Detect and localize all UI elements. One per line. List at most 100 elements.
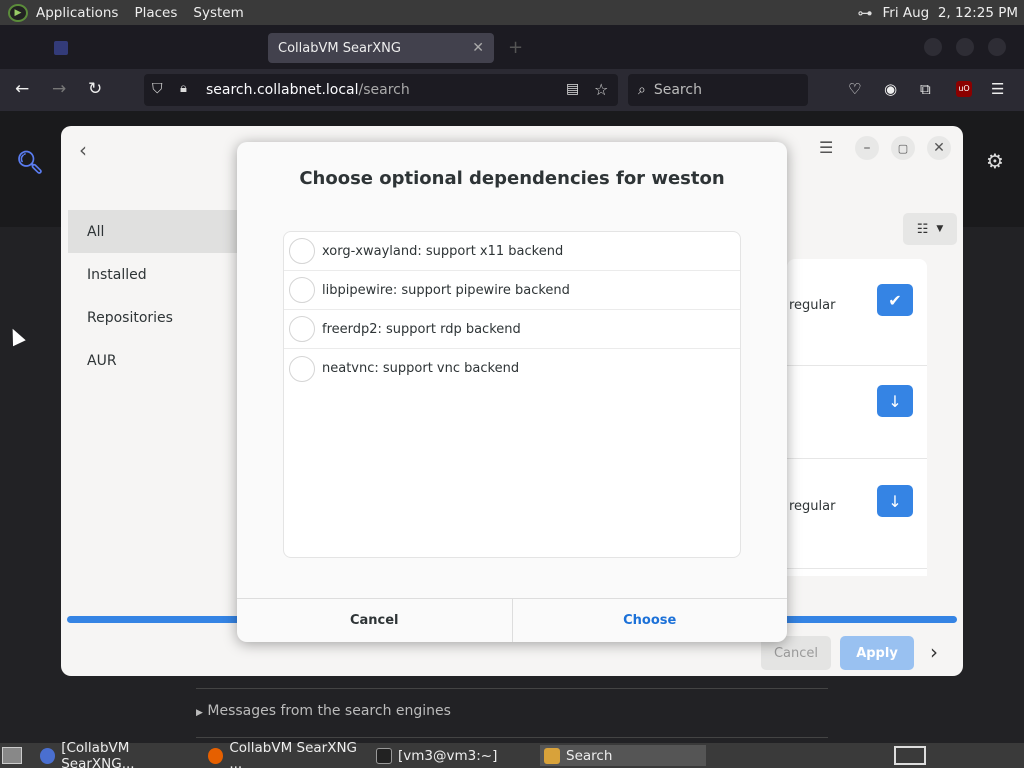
menu-icon[interactable]: ☰ <box>819 138 833 157</box>
list-item[interactable]: ↓ <box>787 366 927 459</box>
divider <box>196 688 828 689</box>
option-checkbox[interactable] <box>289 238 315 264</box>
dialog-buttons: Cancel Choose <box>237 598 787 642</box>
top-panel: ▶ Applications Places System ⊶ Fri Aug 2… <box>0 0 1024 25</box>
taskbar-item[interactable]: CollabVM SearXNG ... <box>204 740 368 768</box>
package-icon <box>544 747 560 764</box>
download-icon[interactable]: ↓ <box>877 485 913 517</box>
dialog-cancel-button[interactable]: Cancel <box>237 599 513 642</box>
new-tab-icon[interactable]: + <box>508 37 523 58</box>
taskbar-item[interactable]: Search <box>540 745 706 766</box>
option-label: neatvnc: support vnc backend <box>322 361 520 376</box>
engine-messages-label: Messages from the search engines <box>207 703 451 719</box>
preferences-gear-icon[interactable]: ⚙ <box>986 149 1004 173</box>
option-label: freerdp2: support rdp backend <box>322 321 521 337</box>
terminal-icon <box>376 747 392 764</box>
close-window-icon[interactable] <box>988 38 1006 56</box>
option-checkbox[interactable] <box>289 355 315 382</box>
option-row[interactable]: neatvnc: support vnc backend <box>284 349 740 388</box>
dialog-title: Choose optional dependencies for weston <box>299 168 725 189</box>
browser-navbar: ← → ↻ ⛉ 🔒︎ search.collabnet.local/search… <box>0 69 1024 111</box>
account-icon[interactable]: ◉ <box>884 80 897 98</box>
window-controls <box>924 38 1006 56</box>
bottom-taskbar: [CollabVM SearXNG... CollabVM SearXNG ..… <box>0 740 1024 768</box>
sidebar-item-label: Repositories <box>87 309 173 326</box>
tab-collabvm-searxng[interactable]: CollabVM SearXNG ✕ <box>268 33 494 63</box>
searxng-icon <box>40 747 56 764</box>
url-bar[interactable]: ⛉ 🔒︎ search.collabnet.local/search ▤ ☆ <box>144 74 618 106</box>
check-icon[interactable]: ✔ <box>877 284 913 316</box>
ublock-icon[interactable]: uO <box>956 81 972 97</box>
menu-system[interactable]: System <box>185 5 251 21</box>
disclosure-triangle-icon: ▶ <box>196 708 203 718</box>
show-desktop-icon[interactable] <box>2 747 22 764</box>
taskbar-item-label: [vm3@vm3:~] <box>398 747 498 764</box>
maximize-icon[interactable] <box>956 38 974 56</box>
reader-view-icon[interactable]: ▤ <box>566 81 579 97</box>
distro-logo-icon[interactable]: ▶ <box>8 3 28 22</box>
shield-icon[interactable]: ⛉ <box>152 81 163 97</box>
search-placeholder: Search <box>653 82 702 98</box>
engine-messages-toggle[interactable]: ▶ Messages from the search engines <box>196 703 451 719</box>
menu-places[interactable]: Places <box>126 5 185 21</box>
extensions-icon[interactable]: ⧉ <box>920 80 931 98</box>
tab-inactive[interactable] <box>44 33 266 63</box>
pocket-icon[interactable]: ♡ <box>848 80 861 98</box>
maximize-icon[interactable]: ▢ <box>891 136 915 160</box>
network-key-icon[interactable]: ⊶ <box>858 4 873 22</box>
option-row[interactable]: libpipewire: support pipewire backend <box>284 271 740 310</box>
close-icon[interactable]: ✕ <box>927 136 951 160</box>
chevron-down-icon: ▼ <box>936 224 944 234</box>
taskbar-item-label: Search <box>566 747 613 764</box>
back-icon[interactable]: ← <box>15 79 29 99</box>
list-view-icon: ☷ <box>916 221 929 237</box>
package-list: regular ✔ ↓ regular ↓ <box>787 259 927 576</box>
url-path: /search <box>358 82 410 98</box>
panel-clock[interactable]: Fri Aug 2, 12:25 PM <box>883 5 1018 21</box>
list-item[interactable]: regular ✔ <box>787 259 927 366</box>
apply-button[interactable]: Apply <box>840 636 914 670</box>
options-list: xorg-xwayland: support x11 backend libpi… <box>283 231 741 558</box>
search-icon: ⌕ <box>638 82 646 98</box>
option-label: libpipewire: support pipewire backend <box>322 282 570 298</box>
dialog-choose-button[interactable]: Choose <box>513 599 788 642</box>
menu-applications[interactable]: Applications <box>28 5 126 21</box>
taskbar-item[interactable]: [CollabVM SearXNG... <box>36 740 200 768</box>
view-mode-button[interactable]: ☷ ▼ <box>903 213 957 245</box>
searxng-logo-icon[interactable]: 🔍︎ <box>16 151 44 176</box>
download-icon[interactable]: ↓ <box>877 385 913 417</box>
firefox-icon <box>208 747 224 764</box>
panel-tray: ⊶ Fri Aug 2, 12:25 PM <box>858 0 1018 25</box>
optional-deps-dialog: Choose optional dependencies for weston … <box>237 142 787 642</box>
option-checkbox[interactable] <box>289 277 315 303</box>
taskbar-item-label: [CollabVM SearXNG... <box>61 739 135 768</box>
chevron-right-icon[interactable]: › <box>930 640 938 664</box>
sidebar-item-label: AUR <box>87 352 117 369</box>
option-row[interactable]: freerdp2: support rdp backend <box>284 310 740 349</box>
option-row[interactable]: xorg-xwayland: support x11 backend <box>284 232 740 271</box>
option-checkbox[interactable] <box>289 316 315 342</box>
tab-close-icon[interactable]: ✕ <box>472 40 484 56</box>
workspace-switcher-icon[interactable] <box>894 746 926 765</box>
divider <box>196 737 828 738</box>
sidebar-item-label: Installed <box>87 266 147 283</box>
browser-tabbar: CollabVM SearXNG ✕ + <box>0 25 1024 69</box>
lock-icon[interactable]: 🔒︎ <box>180 81 187 96</box>
taskbar-item[interactable]: [vm3@vm3:~] <box>372 745 536 766</box>
minimize-icon[interactable] <box>924 38 942 56</box>
panel-menu: ▶ Applications Places System <box>0 0 252 25</box>
package-repo-label: regular <box>789 298 836 313</box>
list-item[interactable]: regular ↓ <box>787 459 927 569</box>
bookmark-star-icon[interactable]: ☆ <box>594 80 608 99</box>
minimize-icon[interactable]: – <box>855 136 879 160</box>
url-text: search.collabnet.local/search <box>206 82 410 98</box>
sidebar-item-label: All <box>87 223 105 240</box>
forward-icon[interactable]: → <box>52 79 66 99</box>
tab-favicon-icon <box>54 41 68 55</box>
back-arrow-icon[interactable]: ‹ <box>79 138 87 162</box>
reload-icon[interactable]: ↻ <box>88 79 102 99</box>
option-label: xorg-xwayland: support x11 backend <box>322 243 564 259</box>
search-bar[interactable]: ⌕ Search <box>628 74 808 106</box>
tab-label: CollabVM SearXNG <box>278 40 401 56</box>
hamburger-menu-icon[interactable]: ☰ <box>991 80 1004 98</box>
